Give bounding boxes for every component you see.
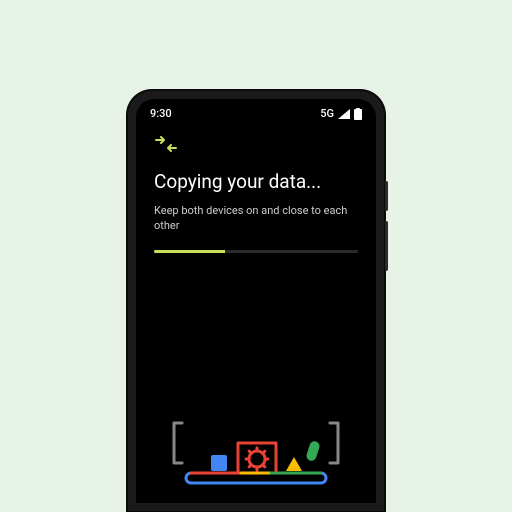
page-subtitle: Keep both devices on and close to each o… bbox=[154, 203, 358, 234]
network-label: 5G bbox=[320, 107, 334, 120]
status-right: 5G bbox=[320, 107, 362, 120]
page-title: Copying your data... bbox=[154, 170, 358, 193]
battery-icon bbox=[354, 108, 362, 120]
phone-device-frame: 9:30 5G Copying your data... Ke bbox=[128, 91, 384, 511]
signal-icon bbox=[338, 109, 350, 119]
power-button bbox=[385, 181, 388, 211]
main-content: Copying your data... Keep both devices o… bbox=[136, 124, 376, 503]
transfer-icon bbox=[154, 136, 358, 156]
progress-fill bbox=[154, 250, 225, 253]
status-bar: 9:30 5G bbox=[136, 99, 376, 124]
conveyor-illustration bbox=[154, 253, 358, 503]
progress-bar bbox=[154, 250, 358, 253]
status-time: 9:30 bbox=[150, 107, 172, 120]
volume-button bbox=[385, 221, 388, 271]
phone-screen: 9:30 5G Copying your data... Ke bbox=[136, 99, 376, 503]
